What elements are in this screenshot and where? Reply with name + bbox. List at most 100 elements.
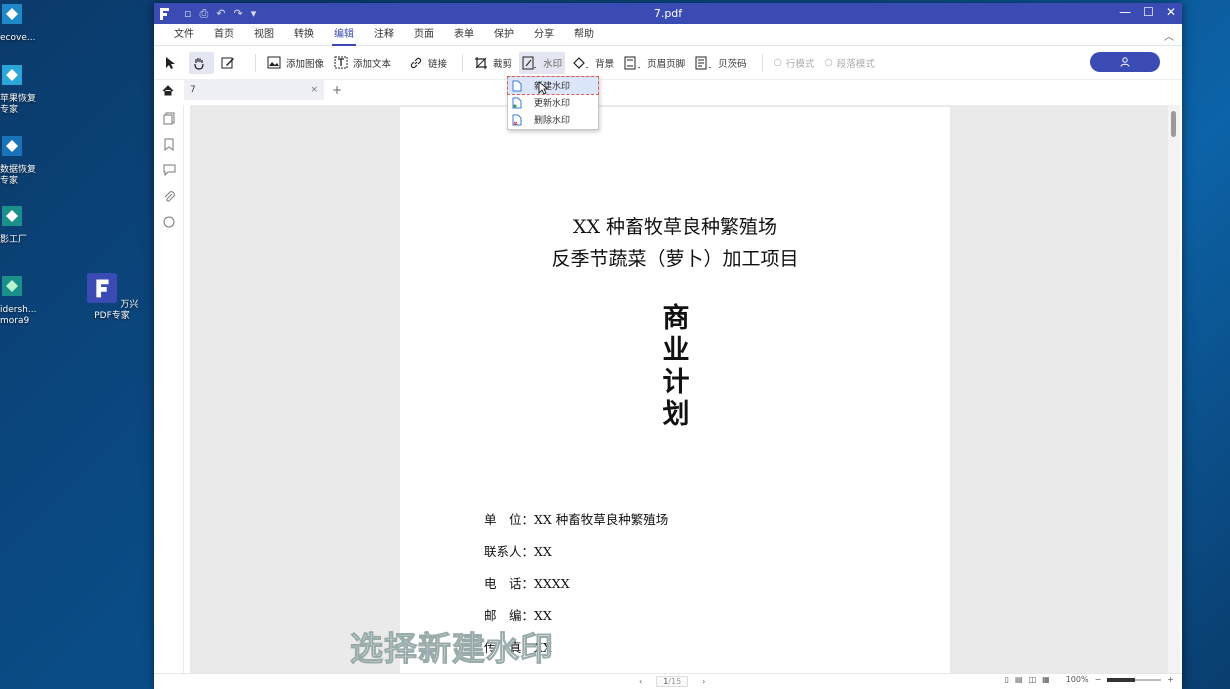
hand-tool-button[interactable]: [189, 51, 214, 74]
save-icon[interactable]: ▫: [184, 7, 191, 21]
heading-char: 业: [662, 335, 690, 366]
title-bar: ▫ ⎙ ↶ ↷ ▾ 7.pdf — ☐ ✕: [154, 3, 1182, 24]
continuous-view-icon[interactable]: ▤: [1015, 675, 1023, 684]
add-text-label: 添加文本: [353, 58, 392, 70]
desktop-icon-data-recovery[interactable]: 数据恢复 专家: [0, 134, 36, 187]
tab-close-icon[interactable]: ×: [310, 85, 318, 95]
video-factory-app-icon: [2, 206, 22, 226]
watermark-button[interactable]: 水印: [519, 51, 566, 74]
hand-icon: [194, 57, 204, 70]
update-document-icon: [512, 97, 522, 108]
menu-convert[interactable]: 转换: [284, 24, 324, 46]
menu-home[interactable]: 首页: [204, 24, 244, 46]
video-caption: 选择新建水印: [350, 629, 554, 669]
attachment-icon[interactable]: [154, 183, 184, 209]
edit-pencil-icon: [221, 57, 234, 68]
info-unit: 单 位：XX 种畜牧草良种繁殖场: [484, 512, 669, 527]
two-page-view-icon[interactable]: ◫: [1029, 675, 1037, 684]
paragraph-mode-radio[interactable]: ○ 段落模式: [821, 52, 877, 74]
header-footer-button[interactable]: 页眉页脚: [621, 52, 688, 74]
cursor-arrow-icon: [166, 56, 175, 69]
document-tab-label: 7: [190, 85, 196, 95]
search-icon[interactable]: [154, 209, 184, 235]
menu-file[interactable]: 文件: [164, 24, 204, 46]
zoom-out-icon[interactable]: −: [1095, 675, 1102, 684]
minimize-icon[interactable]: —: [1119, 5, 1131, 19]
filmora-app-icon: [2, 276, 22, 296]
desktop-icon-apple-recovery[interactable]: 苹果恢复 专家: [0, 63, 36, 116]
redo-icon[interactable]: ↷: [234, 7, 243, 21]
crop-button[interactable]: 裁剪: [471, 52, 515, 74]
background-label: 背景: [595, 58, 615, 70]
header-footer-icon: [624, 56, 641, 69]
comment-icon[interactable]: [154, 157, 184, 183]
select-tool-button[interactable]: [162, 52, 185, 74]
grid-view-icon[interactable]: ▦: [1042, 675, 1050, 684]
document-tab[interactable]: 7 ×: [184, 80, 324, 100]
vertical-scrollbar[interactable]: [1168, 105, 1180, 673]
edit-toolbar: 添加图像 添加文本 链接 裁剪 水印 背景 页眉页脚 贝茨码 ○ 行模式 ○ 段…: [154, 46, 1182, 80]
update-watermark-item[interactable]: 更新水印: [508, 94, 598, 111]
radio-icon: ○: [773, 57, 782, 68]
desktop-icon-label: 专家: [0, 105, 19, 115]
new-watermark-item[interactable]: 新建水印: [507, 76, 599, 95]
pdf-editor-window: ▫ ⎙ ↶ ↷ ▾ 7.pdf — ☐ ✕ 文件 首页 视图 转换 编辑 注释 …: [154, 3, 1182, 689]
menu-edit[interactable]: 编辑: [324, 24, 364, 46]
recovery-app-icon: [2, 4, 22, 24]
total-pages: /15: [668, 677, 682, 686]
desktop-icon-filmora[interactable]: idersh... mora9: [0, 274, 36, 327]
link-button[interactable]: 链接: [406, 52, 450, 74]
edit-tool-button[interactable]: [218, 52, 243, 74]
new-document-icon: [512, 80, 522, 91]
link-label: 链接: [428, 58, 448, 70]
customize-dropdown-icon[interactable]: ▾: [251, 7, 257, 21]
undo-icon[interactable]: ↶: [216, 7, 225, 21]
maximize-icon[interactable]: ☐: [1143, 5, 1154, 19]
pdf-page[interactable]: XX 种畜牧草良种繁殖场 反季节蔬菜（萝卜）加工项目 商 业 计 划 单 位：X…: [400, 107, 950, 673]
watermark-dropdown-menu: 新建水印 更新水印 删除水印: [507, 76, 599, 130]
zoom-slider[interactable]: [1107, 677, 1162, 682]
pdfelement-app-icon: [86, 272, 117, 304]
menu-page[interactable]: 页面: [404, 24, 444, 46]
scrollbar-thumb[interactable]: [1171, 111, 1176, 137]
menu-comment[interactable]: 注释: [364, 24, 404, 46]
prev-page-icon[interactable]: ‹: [639, 677, 642, 686]
data-recovery-app-icon: [2, 136, 22, 156]
menu-form[interactable]: 表单: [444, 24, 484, 46]
bates-number-label: 贝茨码: [718, 58, 747, 70]
close-icon[interactable]: ✕: [1166, 5, 1176, 19]
print-icon[interactable]: ⎙: [199, 7, 208, 21]
menu-share[interactable]: 分享: [524, 24, 564, 46]
add-text-button[interactable]: 添加文本: [331, 52, 394, 74]
desktop-icon-pdfelement[interactable]: 万兴PDF专家: [82, 272, 142, 322]
desktop-icon-label: mora9: [0, 316, 30, 326]
zoom-in-icon[interactable]: +: [1167, 675, 1174, 684]
thumbnails-icon[interactable]: [154, 105, 184, 131]
line-mode-radio[interactable]: ○ 行模式: [771, 52, 818, 74]
menu-protect[interactable]: 保护: [484, 24, 524, 46]
zoom-level[interactable]: 100%: [1066, 675, 1089, 684]
header-footer-label: 页眉页脚: [647, 58, 686, 70]
heading-char: 计: [662, 367, 690, 398]
link-icon: [410, 57, 422, 68]
single-page-view-icon[interactable]: ▯: [1005, 675, 1009, 684]
add-image-button[interactable]: 添加图像: [264, 52, 327, 74]
background-button[interactable]: 背景: [569, 52, 617, 74]
delete-watermark-item[interactable]: 删除水印: [508, 111, 598, 128]
account-button[interactable]: [1090, 52, 1160, 72]
new-tab-icon[interactable]: +: [332, 83, 342, 97]
paint-bucket-icon: [573, 56, 589, 69]
document-canvas[interactable]: XX 种畜牧草良种繁殖场 反季节蔬菜（萝卜）加工项目 商 业 计 划 单 位：X…: [190, 105, 1168, 673]
bates-number-button[interactable]: 贝茨码: [692, 52, 750, 74]
next-page-icon[interactable]: ›: [702, 677, 705, 686]
menu-view[interactable]: 视图: [244, 24, 284, 46]
left-sidebar: [154, 105, 184, 689]
menu-help[interactable]: 帮助: [564, 24, 604, 46]
bookmark-icon[interactable]: [154, 131, 184, 157]
watermark-icon: [522, 56, 537, 69]
desktop-icon-video-factory[interactable]: 影工厂: [0, 204, 28, 246]
collapse-ribbon-icon[interactable]: ︿: [1164, 28, 1174, 43]
home-icon[interactable]: [154, 84, 182, 96]
page-number-field[interactable]: 1/15: [656, 676, 689, 687]
desktop-icon-recovery[interactable]: ecove...: [0, 2, 35, 44]
